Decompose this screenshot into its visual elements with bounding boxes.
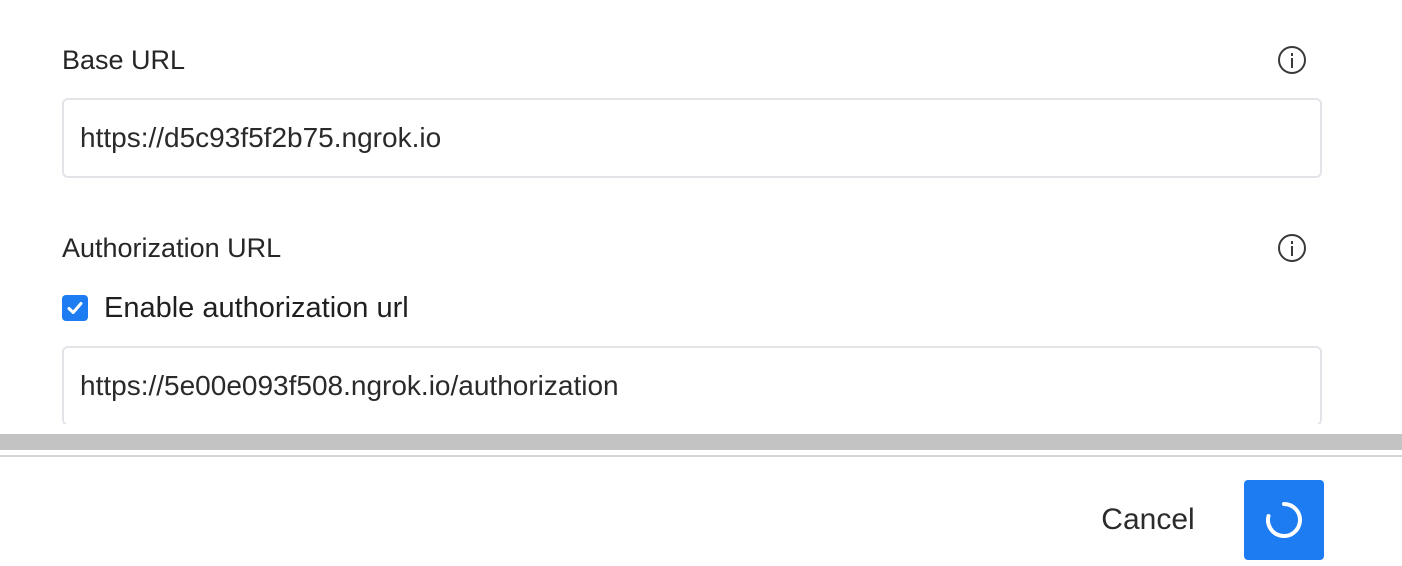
authorization-url-info-icon[interactable] — [1278, 234, 1306, 262]
base-url-info-icon[interactable] — [1278, 46, 1306, 74]
base-url-input[interactable] — [62, 98, 1322, 178]
authorization-url-input[interactable] — [62, 346, 1322, 424]
cancel-button[interactable]: Cancel — [1082, 495, 1214, 543]
base-url-label: Base URL — [62, 45, 186, 75]
dialog-footer: Cancel — [0, 457, 1402, 566]
checkmark-icon — [67, 302, 83, 314]
horizontal-scrollbar[interactable] — [0, 434, 1402, 450]
submit-button[interactable] — [1244, 480, 1324, 560]
enable-authorization-url-checkbox[interactable] — [62, 295, 88, 321]
authorization-url-label: Authorization URL — [62, 233, 282, 263]
enable-authorization-url-row[interactable]: Enable authorization url — [62, 290, 409, 326]
loading-spinner-icon — [1266, 502, 1302, 538]
form-scroll-area: Base URL Authorization URL Enable author… — [0, 0, 1402, 424]
enable-authorization-url-label: Enable authorization url — [104, 291, 409, 324]
